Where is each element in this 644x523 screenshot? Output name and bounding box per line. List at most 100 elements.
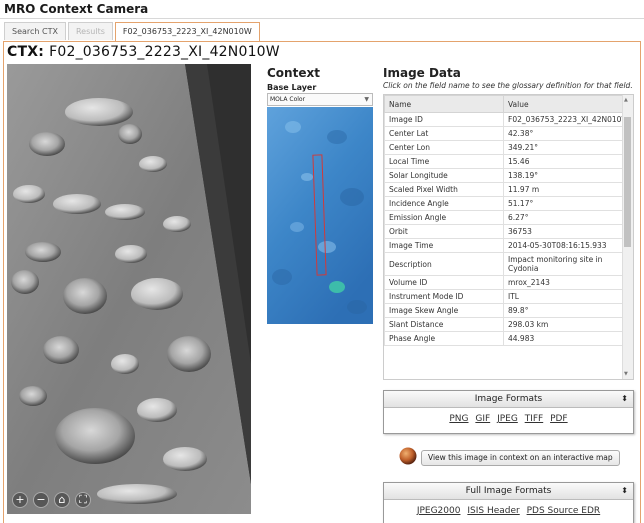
field-value-cell: 89.8°	[503, 303, 625, 318]
ctx-image-strip	[7, 64, 251, 514]
collapse-toggle-icon[interactable]: ⬍	[621, 391, 628, 407]
full-format-link-jpeg2000[interactable]: JPEG2000	[417, 506, 461, 516]
tab-image-detail[interactable]: F02_036753_2223_XI_42N010W	[114, 22, 260, 42]
table-row: Emission Angle 6.27°	[384, 210, 625, 225]
format-link-png[interactable]: PNG	[449, 414, 468, 424]
table-row: Phase Angle 44.983	[384, 331, 625, 346]
full-image-formats-box: Full Image Formats ⬍ JPEG2000 ISIS Heade…	[383, 482, 634, 523]
full-image-formats-title: Full Image Formats	[465, 486, 552, 496]
table-row: Instrument Mode ID ITL	[384, 289, 625, 304]
base-layer-label: Base Layer	[267, 83, 317, 92]
field-name-cell[interactable]: Solar Longitude	[384, 168, 504, 183]
field-value-cell: F02_036753_2223_XI_42N010W	[503, 112, 629, 127]
field-name-cell[interactable]: Image ID	[384, 112, 504, 127]
header-divider	[0, 18, 644, 19]
field-name-cell[interactable]: Incidence Angle	[384, 196, 504, 211]
glossary-hint: Click on the field name to see the gloss…	[383, 81, 633, 90]
home-icon[interactable]: ⌂	[54, 492, 70, 508]
field-name-cell[interactable]: Slant Distance	[384, 317, 504, 332]
image-data-heading: Image Data	[383, 66, 461, 80]
image-formats-box: Image Formats ⬍ PNG GIF JPEG TIFF PDF	[383, 390, 634, 434]
field-name-cell[interactable]: Orbit	[384, 224, 504, 239]
tab-search-ctx[interactable]: Search CTX	[4, 22, 66, 40]
format-link-gif[interactable]: GIF	[475, 414, 490, 424]
field-name-cell[interactable]: Center Lon	[384, 140, 504, 155]
field-name-cell[interactable]: Instrument Mode ID	[384, 289, 504, 304]
page-title-prefix: CTX:	[7, 44, 45, 60]
scroll-down-icon[interactable]: ▼	[624, 371, 628, 377]
table-row: Image Skew Angle 89.8°	[384, 303, 625, 318]
format-link-pdf[interactable]: PDF	[550, 414, 568, 424]
field-value-cell: mrox_2143	[503, 275, 625, 290]
column-header-name[interactable]: Name	[384, 95, 504, 113]
field-value-cell: 11.97 m	[503, 182, 625, 197]
context-heading: Context	[267, 66, 320, 80]
field-name-cell[interactable]: Image Skew Angle	[384, 303, 504, 318]
image-formats-title: Image Formats	[474, 394, 543, 404]
table-row: Description Impact monitoring site in Cyd…	[384, 252, 625, 276]
field-value-cell: Impact monitoring site in Cydonia	[503, 252, 625, 276]
field-value-cell: 51.17°	[503, 196, 625, 211]
table-row: Incidence Angle 51.17°	[384, 196, 625, 211]
image-format-links: PNG GIF JPEG TIFF PDF	[384, 408, 633, 424]
table-row: Orbit 36753	[384, 224, 625, 239]
format-link-tiff[interactable]: TIFF	[525, 414, 544, 424]
zoom-controls: + − ⌂ ⛶	[12, 492, 91, 508]
field-value-cell: 2014-05-30T08:16:15.933	[503, 238, 625, 253]
field-value-cell: 6.27°	[503, 210, 625, 225]
context-map[interactable]	[267, 107, 373, 324]
format-link-jpeg[interactable]: JPEG	[497, 414, 518, 424]
table-row: Slant Distance 298.03 km	[384, 317, 625, 332]
zoom-out-icon[interactable]: −	[33, 492, 49, 508]
field-name-cell[interactable]: Phase Angle	[384, 331, 504, 346]
app-title: MRO Context Camera	[4, 2, 149, 16]
view-on-map-button[interactable]: View this image in context on an interac…	[421, 450, 620, 466]
field-value-cell: ITL	[503, 289, 625, 304]
field-name-cell[interactable]: Volume ID	[384, 275, 504, 290]
table-row: Image ID F02_036753_2223_XI_42N010W	[384, 112, 629, 127]
field-name-cell[interactable]: Local Time	[384, 154, 504, 169]
ctx-image-viewer[interactable]	[7, 64, 251, 514]
table-row: Local Time 15.46	[384, 154, 625, 169]
table-row: Center Lon 349.21°	[384, 140, 625, 155]
image-formats-header[interactable]: Image Formats ⬍	[384, 391, 633, 408]
field-name-cell[interactable]: Center Lat	[384, 126, 504, 141]
field-value-cell: 42.38°	[503, 126, 625, 141]
field-name-cell[interactable]: Scaled Pixel Width	[384, 182, 504, 197]
image-data-grid: Name Value Image ID F02_036753_2223_XI_42…	[384, 95, 629, 346]
column-header-value[interactable]: Value	[503, 95, 625, 113]
field-value-cell: 298.03 km	[503, 317, 625, 332]
field-name-cell[interactable]: Image Time	[384, 238, 504, 253]
base-layer-select[interactable]: MOLA Color ▼	[267, 93, 373, 106]
scroll-thumb[interactable]	[624, 117, 631, 247]
field-value-cell: 36753	[503, 224, 625, 239]
image-data-table[interactable]: Name Value Image ID F02_036753_2223_XI_42…	[383, 94, 634, 380]
zoom-in-icon[interactable]: +	[12, 492, 28, 508]
base-layer-value: MOLA Color	[270, 96, 306, 103]
table-row: Volume ID mrox_2143	[384, 275, 625, 290]
fullscreen-icon[interactable]: ⛶	[75, 492, 91, 508]
full-format-link-isis-header[interactable]: ISIS Header	[467, 506, 519, 516]
scroll-up-icon[interactable]: ▲	[624, 97, 628, 103]
full-format-links: JPEG2000 ISIS Header PDS Source EDR	[384, 500, 633, 516]
field-name-cell[interactable]: Emission Angle	[384, 210, 504, 225]
table-row: Scaled Pixel Width 11.97 m	[384, 182, 625, 197]
field-value-cell: 138.19°	[503, 168, 625, 183]
tab-results[interactable]: Results	[67, 22, 113, 40]
table-scrollbar[interactable]: ▲ ▼	[622, 95, 633, 379]
field-value-cell: 15.46	[503, 154, 625, 169]
page-title-code: F02_036753_2223_XI_42N010W	[49, 44, 280, 60]
full-format-link-pds-source-edr[interactable]: PDS Source EDR	[527, 506, 601, 516]
table-row: Center Lat 42.38°	[384, 126, 625, 141]
mola-color-map	[267, 107, 373, 324]
field-value-cell: 349.21°	[503, 140, 625, 155]
field-name-cell[interactable]: Description	[384, 252, 504, 276]
full-image-formats-header[interactable]: Full Image Formats ⬍	[384, 483, 633, 500]
tab-bar: Search CTX Results F02_036753_2223_XI_42…	[4, 22, 262, 42]
field-value-cell: 44.983	[503, 331, 625, 346]
chevron-down-icon: ▼	[364, 96, 369, 103]
collapse-toggle-icon[interactable]: ⬍	[621, 483, 628, 499]
table-row: Image Time 2014-05-30T08:16:15.933	[384, 238, 625, 253]
table-row: Solar Longitude 138.19°	[384, 168, 625, 183]
page-title: CTX: F02_036753_2223_XI_42N010W	[7, 44, 280, 60]
